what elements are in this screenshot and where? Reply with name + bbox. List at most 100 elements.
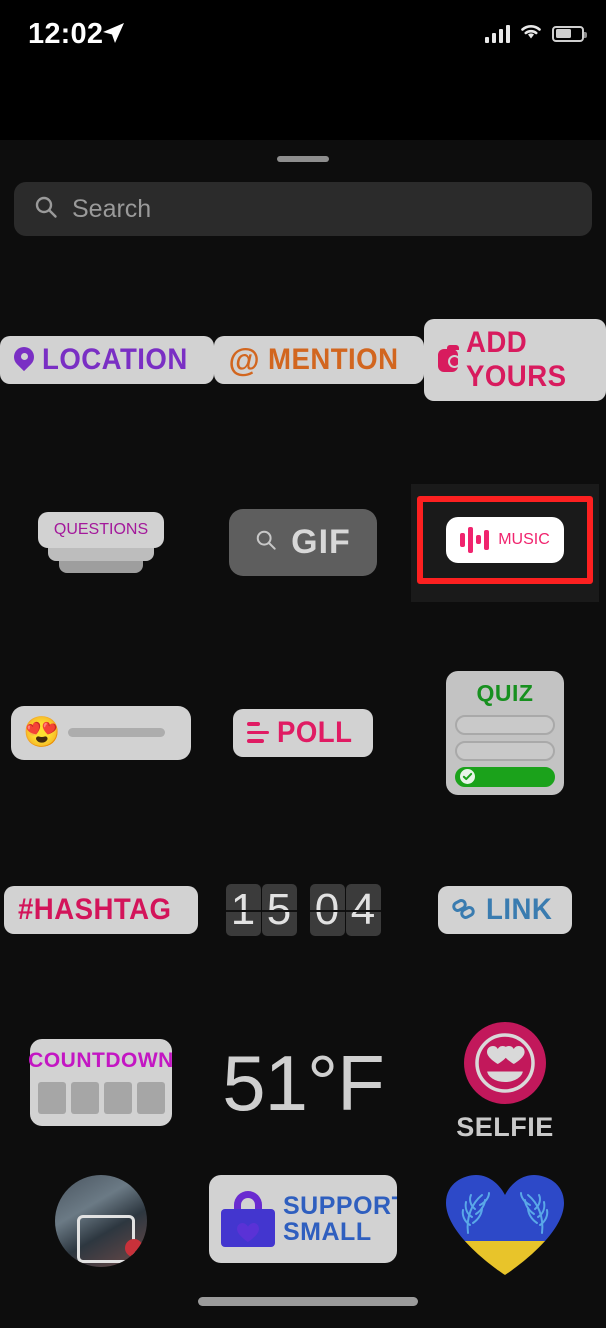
sticker-emoji-slider[interactable]: 😍 — [11, 705, 191, 760]
sticker-quiz[interactable]: QUIZ — [446, 670, 564, 795]
sticker-row: LOCATION @ MENTION ADD YOURS — [0, 270, 606, 450]
sticker-temperature[interactable]: 51°F — [222, 1044, 385, 1122]
sticker-selfie[interactable]: SELFIE — [456, 1022, 554, 1143]
sticker-cell — [0, 1175, 202, 1267]
photo-frame-icon — [77, 1215, 135, 1263]
heart-eyes-emoji-icon: 😍 — [23, 715, 61, 749]
sticker-cell: SELFIE — [404, 1022, 606, 1143]
sticker-music[interactable]: MUSIC — [446, 516, 564, 563]
sticker-cell: ADD YOURS — [423, 319, 606, 401]
sticker-label: POLL — [277, 715, 353, 749]
search-input[interactable]: Search — [14, 182, 592, 236]
slider-track[interactable] — [68, 728, 165, 737]
sticker-cell: QUESTIONS — [0, 512, 202, 573]
sticker-ukraine-heart[interactable] — [446, 1175, 564, 1267]
sticker-questions[interactable]: QUESTIONS — [37, 512, 165, 573]
sticker-poll[interactable]: POLL — [233, 708, 373, 757]
sticker-grid: LOCATION @ MENTION ADD YOURS QUESTIONS G… — [0, 270, 606, 1295]
sticker-support-small-business[interactable]: SUPPORT SMALL — [209, 1175, 397, 1263]
search-icon — [34, 195, 58, 224]
sticker-mention[interactable]: @ MENTION — [214, 336, 424, 384]
sticker-row-partial: SUPPORT SMALL — [0, 1175, 606, 1295]
shopping-bag-heart-icon — [221, 1191, 275, 1247]
sticker-hashtag[interactable]: #HASHTAG — [3, 886, 199, 934]
equalizer-icon — [460, 526, 490, 554]
clock-pair: 1 5 — [225, 884, 297, 936]
sticker-cell: QUIZ — [404, 670, 606, 795]
sticker-cell: POLL — [202, 708, 404, 757]
sticker-label: GIF — [291, 523, 351, 561]
chain-link-icon — [450, 897, 478, 921]
sticker-cell: 😍 — [0, 705, 202, 760]
clock-pair: 0 4 — [309, 884, 381, 936]
questions-layer-3 — [59, 561, 143, 573]
sticker-tray-screen: 12:02 Search LOCATION @ MENTION ADD YOUR… — [0, 0, 606, 1328]
sticker-location[interactable]: LOCATION — [0, 336, 215, 384]
selection-highlight: MUSIC — [417, 495, 593, 584]
sticker-add-yours[interactable]: ADD YOURS — [423, 319, 606, 401]
sticker-cell: 51°F — [202, 1044, 404, 1122]
cellular-bars-icon — [485, 24, 510, 43]
search-icon — [255, 529, 277, 556]
quiz-option — [455, 714, 555, 735]
sticker-cell: COUNTDOWN — [0, 1039, 202, 1126]
support-line-1: SUPPORT — [283, 1191, 397, 1220]
sticker-label: ADD YOURS — [466, 326, 567, 393]
location-arrow-icon — [100, 20, 126, 46]
quiz-option-correct — [455, 766, 555, 787]
photo-badge-icon — [125, 1239, 143, 1257]
support-line-2: SMALL — [283, 1218, 372, 1246]
sticker-label: QUIZ — [476, 679, 534, 706]
wifi-icon — [519, 22, 543, 45]
location-pin-icon — [14, 347, 34, 373]
check-icon — [460, 769, 475, 784]
sticker-label: LOCATION — [42, 343, 188, 376]
sticker-cell: SUPPORT SMALL — [202, 1175, 404, 1263]
status-bar-indicators — [485, 22, 587, 45]
sticker-cell — [404, 1175, 606, 1267]
questions-card: QUESTIONS — [37, 512, 165, 548]
sticker-label: MENTION — [268, 343, 399, 376]
battery-icon — [552, 25, 587, 42]
sticker-cell: 1 5 0 4 — [202, 884, 404, 936]
quiz-option — [455, 740, 555, 761]
sticker-gif[interactable]: GIF — [229, 509, 377, 576]
sticker-countdown[interactable]: COUNTDOWN — [28, 1039, 174, 1126]
home-indicator — [198, 1297, 418, 1306]
sticker-music-container: MUSIC — [411, 483, 599, 602]
sticker-cell: #HASHTAG — [0, 886, 202, 934]
clock-digit: 1 — [225, 884, 261, 936]
support-text: SUPPORT SMALL — [283, 1191, 397, 1246]
sticker-cell: @ MENTION — [214, 336, 424, 384]
leaf-decoration-icon — [461, 1192, 549, 1234]
sticker-link[interactable]: LINK — [438, 886, 572, 934]
sticker-row: QUESTIONS GIF MUSIC — [0, 450, 606, 635]
at-sign-icon: @ — [228, 342, 261, 378]
clock-digit: 0 — [309, 884, 345, 936]
status-bar: 12:02 — [0, 0, 606, 140]
sticker-cell: LINK — [404, 886, 606, 934]
heart-eyes-face-icon — [463, 1022, 546, 1104]
sticker-label: MUSIC — [498, 530, 550, 548]
sticker-cell: LOCATION — [0, 336, 215, 384]
clock-digit: 4 — [345, 884, 381, 936]
sheet-grabber[interactable] — [277, 156, 329, 162]
sticker-label: QUESTIONS — [53, 521, 149, 538]
sticker-label: COUNTDOWN — [28, 1049, 174, 1072]
sticker-label: #HASHTAG — [17, 893, 172, 926]
sticker-sheet: Search LOCATION @ MENTION ADD YOURS QUES… — [0, 140, 606, 1328]
sticker-label: LINK — [486, 893, 553, 926]
clock-digit: 5 — [261, 884, 297, 936]
poll-bars-icon — [247, 722, 269, 743]
sticker-row: #HASHTAG 1 5 0 4 LINK — [0, 830, 606, 990]
countdown-blocks — [37, 1082, 165, 1114]
sticker-row: 😍 POLL QUIZ — [0, 635, 606, 830]
sticker-row: COUNTDOWN 51°F SELFIE — [0, 990, 606, 1175]
status-bar-time: 12:02 — [28, 18, 104, 50]
sticker-countdown-clock[interactable]: 1 5 0 4 — [225, 884, 381, 936]
search-placeholder: Search — [72, 194, 152, 223]
sticker-cell: GIF — [202, 509, 404, 576]
questions-layer-2 — [47, 548, 154, 561]
sticker-label: SELFIE — [456, 1112, 554, 1142]
sticker-photo[interactable] — [55, 1175, 147, 1267]
